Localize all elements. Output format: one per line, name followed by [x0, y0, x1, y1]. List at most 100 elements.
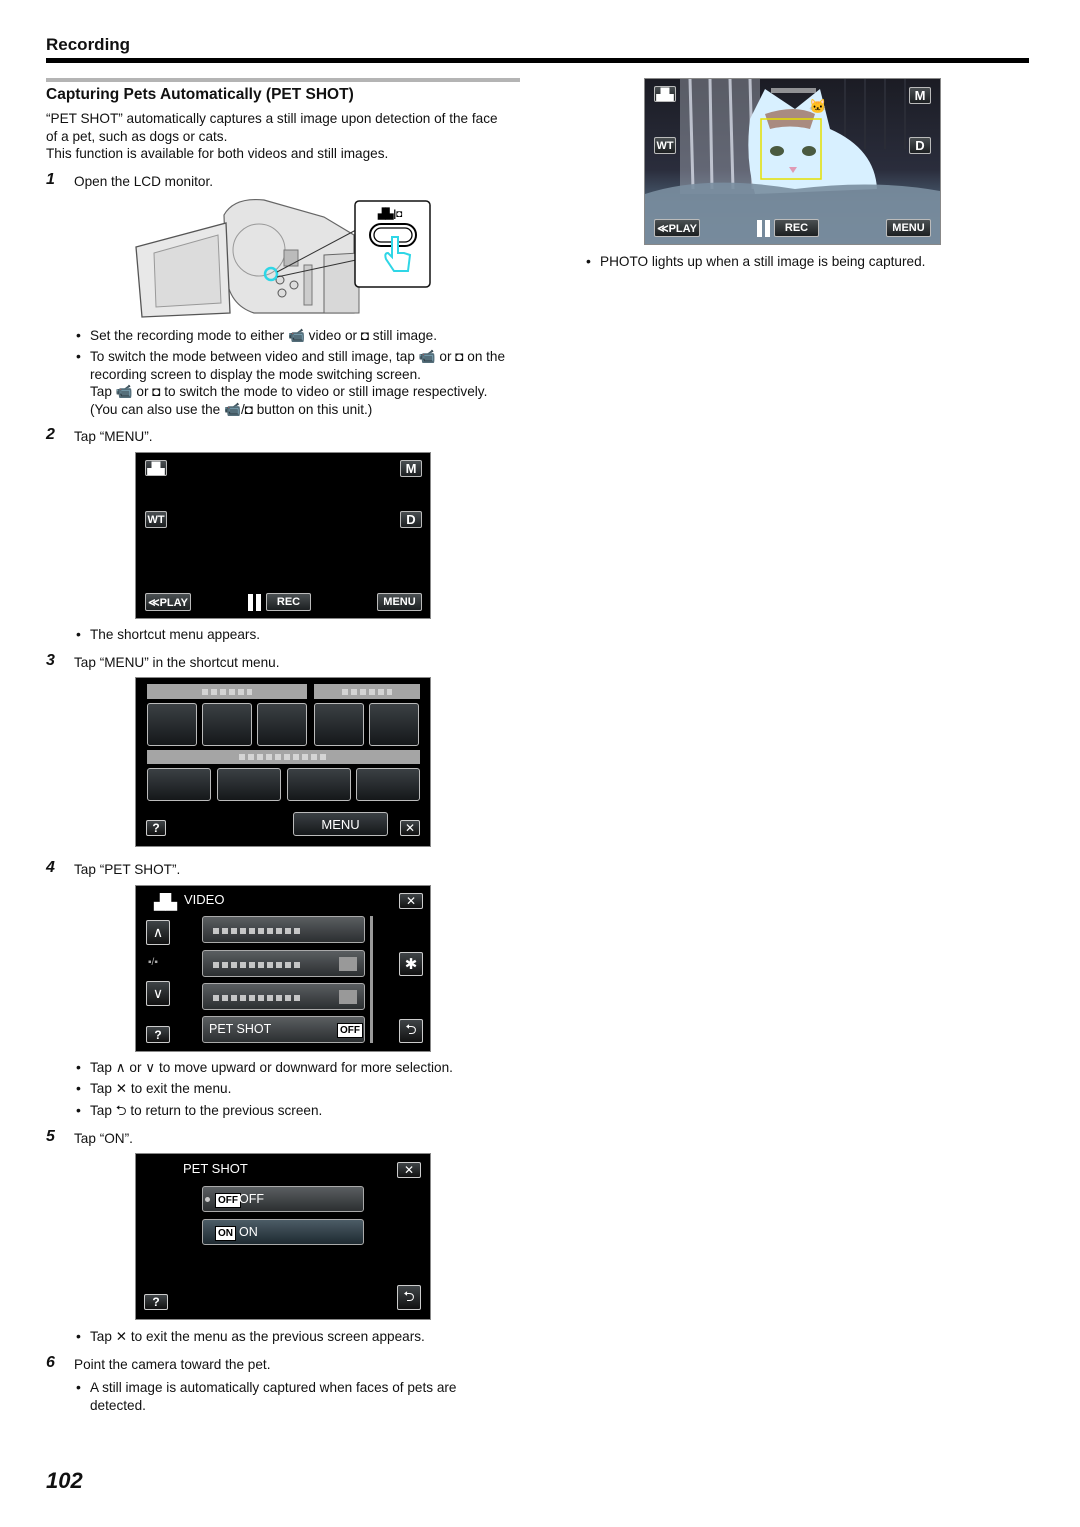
- intro-text: “PET SHOT” automatically captures a stil…: [46, 110, 498, 163]
- step-number: 3: [46, 652, 55, 669]
- menu-item-label: PET SHOT: [209, 1022, 272, 1036]
- intro-line: This function is available for both vide…: [46, 146, 389, 161]
- display-button[interactable]: D: [909, 137, 931, 154]
- display-button[interactable]: D: [400, 511, 422, 528]
- close-button[interactable]: ✕: [397, 1162, 421, 1178]
- page-indicator: ▪/▪: [148, 957, 158, 968]
- bullet-line: A still image is automatically captured …: [90, 1380, 457, 1395]
- camcorder-illustration: ▟▙|◘: [135, 198, 431, 318]
- step-text: Point the camera toward the pet.: [74, 1357, 271, 1372]
- bullet-line: Tap 📹 or ◘ to switch the mode to video o…: [90, 384, 488, 399]
- scroll-up-button[interactable]: ∧: [146, 920, 170, 945]
- bullet-line: detected.: [90, 1397, 146, 1413]
- help-button[interactable]: ?: [146, 1026, 170, 1043]
- shortcut-tile[interactable]: [147, 703, 197, 746]
- shortcut-tile[interactable]: [202, 703, 252, 746]
- manual-button[interactable]: M: [909, 87, 931, 104]
- settings-button[interactable]: ✱: [399, 952, 423, 976]
- shortcut-tile[interactable]: [147, 768, 211, 801]
- group-header: [314, 684, 420, 699]
- close-icon: ✕: [404, 821, 416, 835]
- rec-button[interactable]: REC: [266, 593, 311, 611]
- step-number: 5: [46, 1128, 55, 1145]
- step-text: Tap “MENU” in the shortcut menu.: [74, 655, 280, 670]
- intro-line: “PET SHOT” automatically captures a stil…: [46, 111, 498, 126]
- on-badge: ON: [215, 1226, 236, 1241]
- shortcut-tile[interactable]: [314, 703, 364, 746]
- button-callout: ▟▙|◘: [354, 200, 431, 288]
- bullet: Tap ⮌ to return to the previous screen.: [76, 1102, 322, 1120]
- option-label: ON: [239, 1225, 258, 1239]
- shortcut-tile[interactable]: [369, 703, 419, 746]
- menu-button[interactable]: MENU: [886, 219, 931, 237]
- lcd-panel: [135, 222, 231, 318]
- return-icon: ⮌: [405, 1021, 417, 1037]
- shortcut-menu-screen: ? MENU ✕: [135, 677, 431, 847]
- shortcut-tile[interactable]: [356, 768, 420, 801]
- menu-title: VIDEO: [184, 892, 225, 907]
- video-camera-icon: ▟▙: [656, 88, 674, 101]
- bullet: Tap ✕ to exit the menu as the previous s…: [76, 1328, 425, 1346]
- bullet: Set the recording mode to either 📹 video…: [76, 327, 437, 345]
- manual-button[interactable]: M: [400, 460, 422, 477]
- bullet-line: recording screen to display the mode swi…: [90, 366, 421, 382]
- recording-screen: ▟▙ M WT D ≪PLAY REC MENU: [135, 452, 431, 619]
- bullet-line: (You can also use the 📹/◘ button on this…: [90, 401, 373, 417]
- menu-button[interactable]: MENU: [293, 812, 388, 836]
- step-number: 6: [46, 1354, 55, 1371]
- play-button[interactable]: ≪PLAY: [145, 593, 191, 611]
- pet-shot-screen: PET SHOT ✕ OFF OFF ON ON ? ⮌: [135, 1153, 431, 1320]
- shortcut-tile[interactable]: [257, 703, 307, 746]
- help-button[interactable]: ?: [146, 820, 166, 836]
- back-button[interactable]: ⮌: [399, 1019, 423, 1043]
- menu-item[interactable]: [202, 983, 365, 1010]
- chevron-up-icon: ∧: [152, 924, 164, 940]
- back-button[interactable]: ⮌: [397, 1285, 421, 1310]
- pet-detection-screen: 🐱 ▟▙ M WT D ≪PLAY REC MENU: [644, 78, 941, 245]
- page-heading: Capturing Pets Automatically (PET SHOT): [46, 86, 354, 103]
- scrollbar[interactable]: [370, 916, 373, 1043]
- bullet: Tap ∧ or ∨ to move upward or downward fo…: [76, 1059, 453, 1077]
- screen-title: PET SHOT: [183, 1161, 248, 1176]
- video-mode-button[interactable]: ▟▙: [654, 86, 676, 102]
- option-label: OFF: [239, 1192, 264, 1206]
- off-badge: OFF: [215, 1193, 241, 1208]
- shortcut-tile[interactable]: [217, 768, 281, 801]
- section-title: Recording: [46, 35, 131, 54]
- step-text: Tap “ON”.: [74, 1131, 133, 1146]
- scroll-down-button[interactable]: ∨: [146, 981, 170, 1006]
- close-button[interactable]: ✕: [400, 820, 420, 836]
- step-number: 1: [46, 171, 55, 188]
- zoom-wt-button[interactable]: WT: [654, 137, 676, 154]
- heading-rule: [46, 78, 520, 82]
- close-icon: ✕: [403, 1163, 415, 1177]
- option-on[interactable]: ON ON: [202, 1219, 364, 1245]
- help-button[interactable]: ?: [144, 1294, 168, 1310]
- shortcut-tile[interactable]: [287, 768, 351, 801]
- selected-indicator: [205, 1197, 210, 1202]
- bullet: To switch the mode between video and sti…: [76, 348, 505, 418]
- pause-icon: [248, 594, 261, 611]
- zoom-wt-button[interactable]: WT: [145, 511, 167, 528]
- camcorder-body: [223, 198, 360, 314]
- rec-button[interactable]: REC: [774, 219, 819, 237]
- video-camera-icon: ▟▙: [147, 462, 165, 475]
- play-button[interactable]: ≪PLAY: [654, 219, 700, 237]
- menu-item[interactable]: [202, 916, 365, 943]
- off-badge: OFF: [337, 1023, 363, 1038]
- bullet: A still image is automatically captured …: [76, 1379, 456, 1414]
- video-menu-screen: ▟▙ VIDEO ✕ ∧ ▪/▪ ∨ ? PET SHOT OFF ✱ ⮌: [135, 885, 431, 1052]
- menu-item-pet-shot[interactable]: PET SHOT OFF: [202, 1016, 365, 1043]
- bullet-line: To switch the mode between video and sti…: [90, 349, 506, 364]
- option-off[interactable]: OFF OFF: [202, 1186, 364, 1212]
- close-button[interactable]: ✕: [399, 893, 423, 909]
- group-header: [147, 684, 307, 699]
- menu-item[interactable]: [202, 950, 365, 977]
- video-mode-button[interactable]: ▟▙: [145, 460, 167, 476]
- step-text: Tap “MENU”.: [74, 429, 153, 444]
- menu-button[interactable]: MENU: [377, 593, 422, 611]
- return-icon: ⮌: [403, 1287, 415, 1304]
- intro-line: of a pet, such as dogs or cats.: [46, 128, 228, 144]
- pause-icon: [757, 220, 770, 237]
- gear-icon: ✱: [404, 956, 418, 973]
